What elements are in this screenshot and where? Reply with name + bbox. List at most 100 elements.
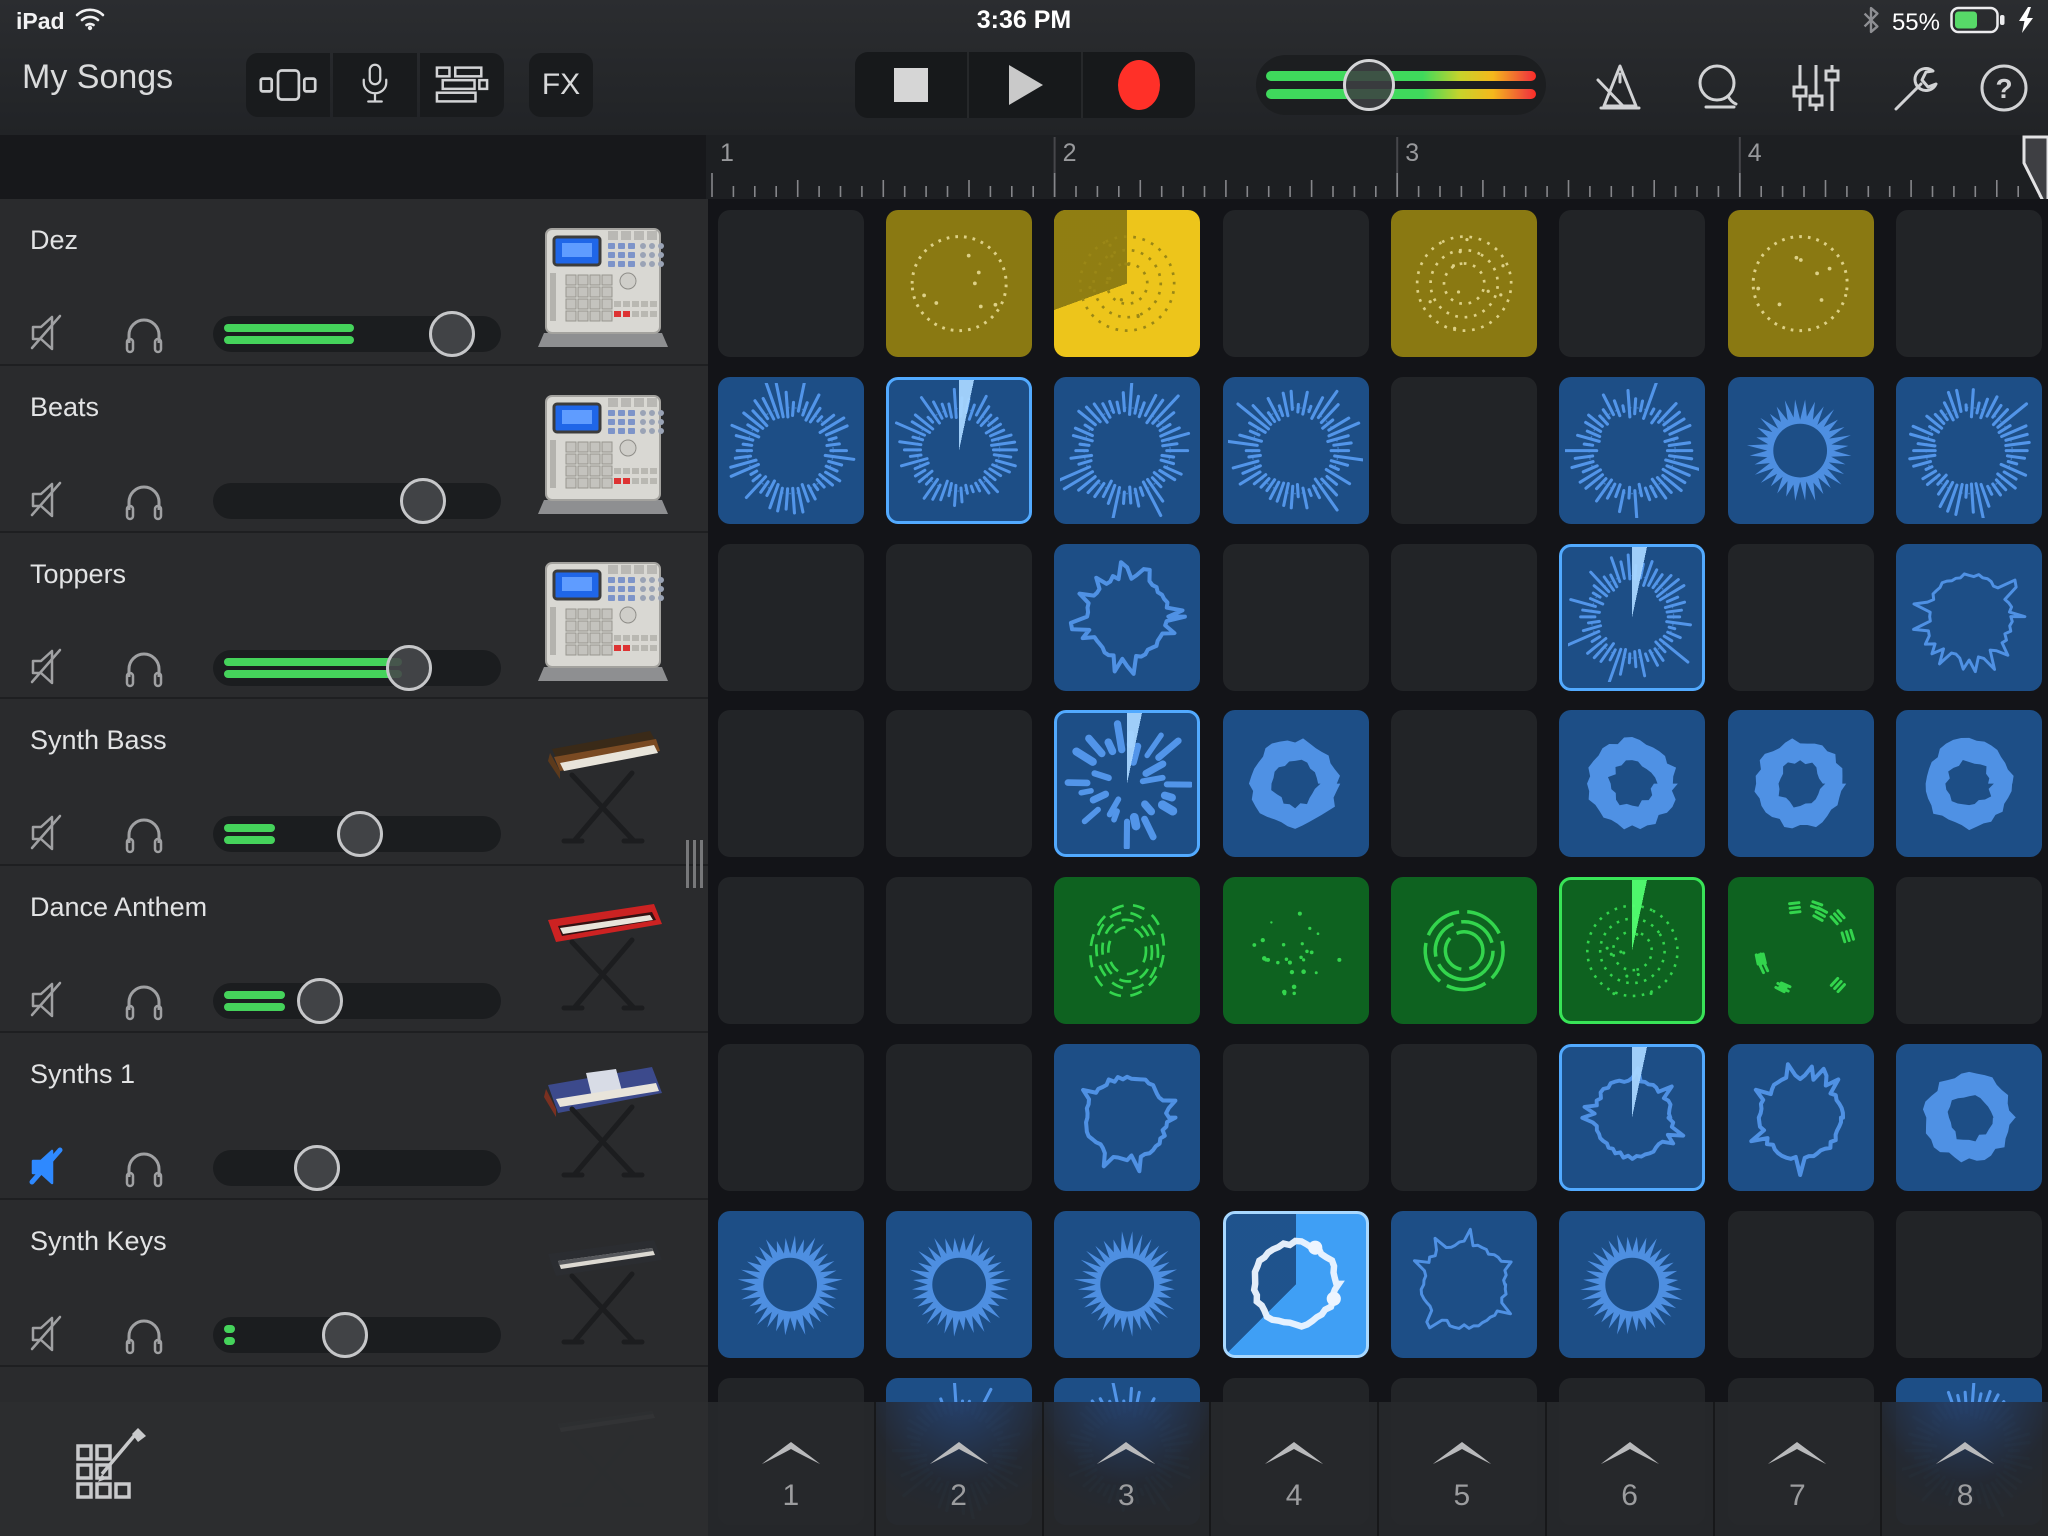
trigger-column-6[interactable]: 6 <box>1545 1402 1713 1536</box>
loop-cell-r4-c1[interactable] <box>718 710 864 857</box>
track-header-toppers[interactable]: Toppers <box>0 533 708 700</box>
loop-cell-r7-c7[interactable] <box>1728 1211 1874 1358</box>
edit-cells-pencil-icon[interactable] <box>72 1426 152 1510</box>
loop-cell-r1-c8[interactable] <box>1896 210 2042 357</box>
track-volume-slider[interactable] <box>213 1317 501 1353</box>
headphones-button[interactable] <box>122 811 166 855</box>
headphones-button[interactable] <box>122 311 166 355</box>
help-icon[interactable]: ? <box>1978 62 2030 119</box>
loop-cell-r3-c6[interactable] <box>1559 544 1705 691</box>
master-volume-thumb[interactable] <box>1343 59 1395 111</box>
metronome-icon[interactable] <box>1594 62 1646 119</box>
track-header-dance-anthem[interactable]: Dance Anthem <box>0 866 708 1033</box>
track-header-synth-bass[interactable]: Synth Bass <box>0 699 708 866</box>
loop-cell-r7-c8[interactable] <box>1896 1211 2042 1358</box>
headphones-button[interactable] <box>122 1312 166 1356</box>
track-volume-slider[interactable] <box>213 650 501 686</box>
loop-cell-r2-c3[interactable] <box>1054 377 1200 524</box>
track-volume-slider[interactable] <box>213 983 501 1019</box>
loop-cell-r4-c7[interactable] <box>1728 710 1874 857</box>
my-songs-button[interactable]: My Songs <box>22 58 173 97</box>
loop-cell-r2-c2[interactable] <box>886 377 1032 524</box>
loop-cell-r4-c8[interactable] <box>1896 710 2042 857</box>
tracks-view-button[interactable] <box>420 53 504 117</box>
loop-cell-r1-c4[interactable] <box>1223 210 1369 357</box>
track-header-beats[interactable]: Beats <box>0 366 708 533</box>
track-header-synths-1[interactable]: Synths 1 <box>0 1033 708 1200</box>
loop-cell-r3-c3[interactable] <box>1054 544 1200 691</box>
loop-cell-r7-c2[interactable] <box>886 1211 1032 1358</box>
mute-button[interactable] <box>28 811 72 855</box>
headphones-button[interactable] <box>122 645 166 689</box>
record-button[interactable] <box>1081 52 1195 118</box>
play-button[interactable] <box>967 52 1081 118</box>
loop-cell-r3-c8[interactable] <box>1896 544 2042 691</box>
loop-cell-r6-c5[interactable] <box>1391 1044 1537 1191</box>
loop-cell-r6-c6[interactable] <box>1559 1044 1705 1191</box>
loop-cell-r3-c1[interactable] <box>718 544 864 691</box>
loop-cell-r5-c4[interactable] <box>1223 877 1369 1024</box>
loop-cell-r5-c6[interactable] <box>1559 877 1705 1024</box>
track-volume-slider[interactable] <box>213 483 501 519</box>
mute-button[interactable] <box>28 1312 72 1356</box>
loop-cell-r3-c4[interactable] <box>1223 544 1369 691</box>
loop-cell-r1-c2[interactable] <box>886 210 1032 357</box>
loop-cell-r4-c5[interactable] <box>1391 710 1537 857</box>
track-volume-thumb[interactable] <box>400 478 446 524</box>
loop-cell-r2-c1[interactable] <box>718 377 864 524</box>
loop-cell-r6-c7[interactable] <box>1728 1044 1874 1191</box>
stop-button[interactable] <box>855 52 967 118</box>
loop-cell-r6-c3[interactable] <box>1054 1044 1200 1191</box>
loop-cell-r2-c4[interactable] <box>1223 377 1369 524</box>
loop-cell-r6-c1[interactable] <box>718 1044 864 1191</box>
trigger-column-5[interactable]: 5 <box>1377 1402 1545 1536</box>
loop-cell-r3-c5[interactable] <box>1391 544 1537 691</box>
record-audio-view-button[interactable] <box>333 53 417 117</box>
loop-cell-r5-c5[interactable] <box>1391 877 1537 1024</box>
loop-cell-r5-c1[interactable] <box>718 877 864 1024</box>
panel-resize-handle[interactable] <box>686 840 706 888</box>
trigger-column-7[interactable]: 7 <box>1713 1402 1881 1536</box>
headphones-button[interactable] <box>122 478 166 522</box>
loop-cell-r7-c5[interactable] <box>1391 1211 1537 1358</box>
headphones-button[interactable] <box>122 978 166 1022</box>
track-volume-slider[interactable] <box>213 816 501 852</box>
loop-cell-r1-c1[interactable] <box>718 210 864 357</box>
fx-button[interactable]: FX <box>529 53 593 117</box>
loop-cell-r1-c7[interactable] <box>1728 210 1874 357</box>
loop-cell-r7-c4[interactable] <box>1223 1211 1369 1358</box>
loop-cell-r4-c3[interactable] <box>1054 710 1200 857</box>
trigger-column-4[interactable]: 4 <box>1209 1402 1377 1536</box>
headphones-button[interactable] <box>122 1145 166 1189</box>
mixer-icon[interactable] <box>1790 62 1842 119</box>
loop-cell-r2-c5[interactable] <box>1391 377 1537 524</box>
trigger-column-1[interactable]: 1 <box>708 1402 874 1536</box>
loop-cell-r5-c8[interactable] <box>1896 877 2042 1024</box>
mute-button[interactable] <box>28 645 72 689</box>
track-header-dez[interactable]: Dez <box>0 199 708 366</box>
loop-cell-r7-c6[interactable] <box>1559 1211 1705 1358</box>
loop-cell-r3-c7[interactable] <box>1728 544 1874 691</box>
loop-cell-r6-c4[interactable] <box>1223 1044 1369 1191</box>
loop-cell-r4-c6[interactable] <box>1559 710 1705 857</box>
loop-cell-r2-c8[interactable] <box>1896 377 2042 524</box>
loop-cell-r6-c8[interactable] <box>1896 1044 2042 1191</box>
trigger-column-8[interactable]: 8 <box>1880 1402 2048 1536</box>
track-volume-thumb[interactable] <box>429 311 475 357</box>
trigger-column-2[interactable]: 2 <box>874 1402 1042 1536</box>
track-header-synth-keys[interactable]: Synth Keys <box>0 1200 708 1367</box>
loop-cell-r5-c7[interactable] <box>1728 877 1874 1024</box>
live-loops-view-button[interactable] <box>246 53 330 117</box>
track-volume-thumb[interactable] <box>297 978 343 1024</box>
trigger-column-3[interactable]: 3 <box>1042 1402 1210 1536</box>
loop-cell-r7-c3[interactable] <box>1054 1211 1200 1358</box>
loop-cell-r1-c6[interactable] <box>1559 210 1705 357</box>
loop-cell-r6-c2[interactable] <box>886 1044 1032 1191</box>
loop-cell-r4-c4[interactable] <box>1223 710 1369 857</box>
track-volume-thumb[interactable] <box>386 645 432 691</box>
mute-button[interactable] <box>28 478 72 522</box>
loop-cell-r3-c2[interactable] <box>886 544 1032 691</box>
master-volume-slider[interactable] <box>1256 55 1546 115</box>
track-volume-slider[interactable] <box>213 1150 501 1186</box>
loop-browser-icon[interactable] <box>1692 62 1744 119</box>
